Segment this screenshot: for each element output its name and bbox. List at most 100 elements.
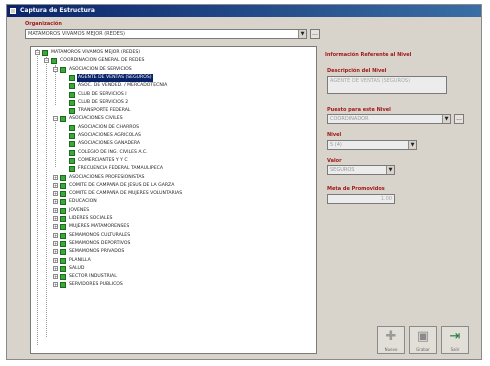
parent-position-browse-button[interactable]: ... xyxy=(454,114,464,124)
expand-icon[interactable]: + xyxy=(53,257,58,263)
tree-node-label: MUJERES MATAMORENSES xyxy=(69,224,130,230)
organization-browse-button[interactable]: ... xyxy=(310,29,320,39)
panel-heading: Información Referente al Nivel xyxy=(325,52,412,58)
tree-node-label: LIDERES SOCIALES xyxy=(69,216,113,221)
folder-icon xyxy=(69,124,75,131)
tree-node-label: ASOCIACIONES PROFESIONISTAS xyxy=(69,174,145,180)
tree-node[interactable]: − ASOCIACION DE SERVICIOS xyxy=(31,66,316,74)
tree-node-label: TRANSPORTE FEDERAL xyxy=(78,108,131,114)
expand-icon[interactable]: + xyxy=(53,216,58,221)
tree-node[interactable]: ASOCIACIONES GANADERA xyxy=(31,140,316,148)
tree-node[interactable]: + EDUCACION xyxy=(31,198,316,206)
expand-icon[interactable]: + xyxy=(53,199,58,205)
save-button[interactable]: ▣ Grabar xyxy=(409,326,437,354)
collapse-icon[interactable]: − xyxy=(53,66,58,72)
chevron-down-icon[interactable]: ▼ xyxy=(386,166,394,174)
folder-icon xyxy=(69,83,75,90)
app-icon xyxy=(10,8,16,14)
expand-icon[interactable]: + xyxy=(53,232,58,238)
tree-node-label: PLANILLA xyxy=(69,257,91,263)
description-field[interactable]: AGENTE DE VENTAS (SEGUROS) xyxy=(327,76,447,94)
tree-node[interactable]: + SECTOR INDUSTRIAL xyxy=(31,273,316,281)
chevron-down-icon[interactable]: ▼ xyxy=(298,30,306,38)
expand-icon[interactable]: + xyxy=(53,182,58,188)
expand-icon[interactable]: + xyxy=(53,191,58,197)
organization-label: Organización xyxy=(25,21,62,27)
tree-node[interactable]: COMERCIANTES Y Y C xyxy=(31,157,316,165)
new-button[interactable]: ✚ Nuevo xyxy=(377,326,405,354)
expand-icon[interactable]: + xyxy=(53,207,58,213)
tree-node[interactable]: + COMITE DE CAMPAÑA DE MUJERES VOLUNTARIA… xyxy=(31,190,316,198)
tree-node-label: SERVIDORES PUBLICOS xyxy=(69,282,123,288)
tree-node-label: AGENTE DE VENTAS (SEGUROS) xyxy=(77,73,153,82)
expand-icon[interactable]: + xyxy=(53,274,58,280)
folder-icon xyxy=(69,133,75,139)
folder-icon xyxy=(69,157,75,164)
save-button-caption: Grabar xyxy=(416,347,430,352)
value-select[interactable]: SEGUROS ▼ xyxy=(327,165,395,175)
collapse-icon[interactable]: − xyxy=(53,116,58,122)
tree-node[interactable]: + PLANILLA xyxy=(31,257,316,265)
tree-node[interactable]: ASOCIACION DE CHARROS xyxy=(31,124,316,132)
tree-node[interactable]: + SEMAMONOS PRIVADOS xyxy=(31,248,316,256)
tree-node[interactable]: + SEMAMONOS CULTURALES xyxy=(31,232,316,240)
description-label: Descripción del Nivel xyxy=(327,68,387,74)
tree-node-label: COLEGIO DE ING. CIVILES A.C. xyxy=(78,149,148,155)
expand-icon[interactable]: + xyxy=(53,249,58,255)
tree-node[interactable]: + SALUD xyxy=(31,265,316,273)
expand-icon[interactable]: + xyxy=(53,224,58,230)
folder-icon xyxy=(60,191,66,198)
tree-node[interactable]: ASOC. DE VENDED. / MERCADOTECNIA xyxy=(31,82,316,90)
tree-node[interactable]: + COMITE DE CAMPAÑA DE JESUS DE LA GARZA xyxy=(31,182,316,190)
chevron-down-icon[interactable]: ▼ xyxy=(408,141,416,149)
tree-node[interactable]: TRANSPORTE FEDERAL xyxy=(31,107,316,115)
tree-node-label: ASOCIACION DE CHARROS xyxy=(78,124,139,130)
tree-node[interactable]: AGENTE DE VENTAS (SEGUROS) xyxy=(31,73,316,82)
expand-icon[interactable]: + xyxy=(53,265,58,271)
tree-node[interactable]: + SEMAMONOS DEPORTIVOS xyxy=(31,240,316,248)
collapse-icon[interactable]: − xyxy=(44,58,49,64)
tree-node[interactable]: CLUB DE SERVICIOS I xyxy=(31,91,316,99)
collapse-icon[interactable]: − xyxy=(35,50,40,55)
organization-select-value: MATAMOROS VIVAMOS MEJOR (REDES) xyxy=(28,31,125,37)
tree-node-label: SALUD xyxy=(69,265,85,271)
tree-node[interactable]: + MUJERES MATAMORENSES xyxy=(31,223,316,231)
tree-node[interactable]: − MATAMOROS VIVAMOS MEJOR (REDES) xyxy=(31,49,316,57)
expand-icon[interactable]: + xyxy=(53,240,58,246)
organization-select[interactable]: MATAMOROS VIVAMOS MEJOR (REDES) ▼ xyxy=(25,29,307,39)
tree-node[interactable]: − ASOCIACIONES CIVILES xyxy=(31,115,316,123)
tree-node[interactable]: − COORDINACION GENERAL DE REDES xyxy=(31,57,316,65)
exit-door-icon: ⇥ xyxy=(449,329,461,344)
tree-node-label: COMITE DE CAMPAÑA DE MUJERES VOLUNTARIAS xyxy=(69,191,183,197)
parent-position-label: Puesto para este Nivel xyxy=(327,107,391,113)
tree-node[interactable]: + ASOCIACIONES PROFESIONISTAS xyxy=(31,174,316,182)
folder-icon xyxy=(60,224,66,231)
floppy-disk-icon: ▣ xyxy=(416,329,430,344)
level-label: Nivel xyxy=(327,132,342,138)
folder-icon xyxy=(60,282,66,289)
goal-label: Meta de Promovidos xyxy=(327,186,385,192)
folder-icon xyxy=(42,50,48,56)
folder-icon xyxy=(60,257,66,264)
tree-node[interactable]: FRECUENCIA FEDERAL TAMAULIPECA xyxy=(31,165,316,173)
tree-node-label: FRECUENCIA FEDERAL TAMAULIPECA xyxy=(78,166,163,172)
tree-node[interactable]: + SERVIDORES PUBLICOS xyxy=(31,281,316,289)
goal-field[interactable]: 1.00 xyxy=(327,194,395,204)
tree-node[interactable]: CLUB DE SERVICIOS 2 xyxy=(31,99,316,107)
parent-position-value: COORDINADOR xyxy=(330,116,369,122)
structure-tree[interactable]: − MATAMOROS VIVAMOS MEJOR (REDES) − COORDIN… xyxy=(30,46,317,354)
exit-button[interactable]: ⇥ Salir xyxy=(441,326,469,354)
level-select[interactable]: 5 (4) ▼ xyxy=(327,140,417,150)
folder-icon xyxy=(69,166,75,173)
level-value: 5 (4) xyxy=(330,142,342,148)
tree-node[interactable]: + LIDERES SOCIALES xyxy=(31,215,316,223)
expand-icon[interactable]: + xyxy=(53,174,58,180)
folder-icon xyxy=(60,182,66,189)
parent-position-select[interactable]: COORDINADOR ▼ xyxy=(327,114,451,124)
tree-node[interactable]: ASOCIACIONES AGRICOLAS xyxy=(31,132,316,140)
tree-node[interactable]: COLEGIO DE ING. CIVILES A.C. xyxy=(31,149,316,157)
tree-node[interactable]: + JOVENES xyxy=(31,207,316,215)
capture-window: Captura de Estructura Organización MATAM… xyxy=(6,4,482,360)
chevron-down-icon[interactable]: ▼ xyxy=(442,115,450,123)
expand-icon[interactable]: + xyxy=(53,282,58,288)
